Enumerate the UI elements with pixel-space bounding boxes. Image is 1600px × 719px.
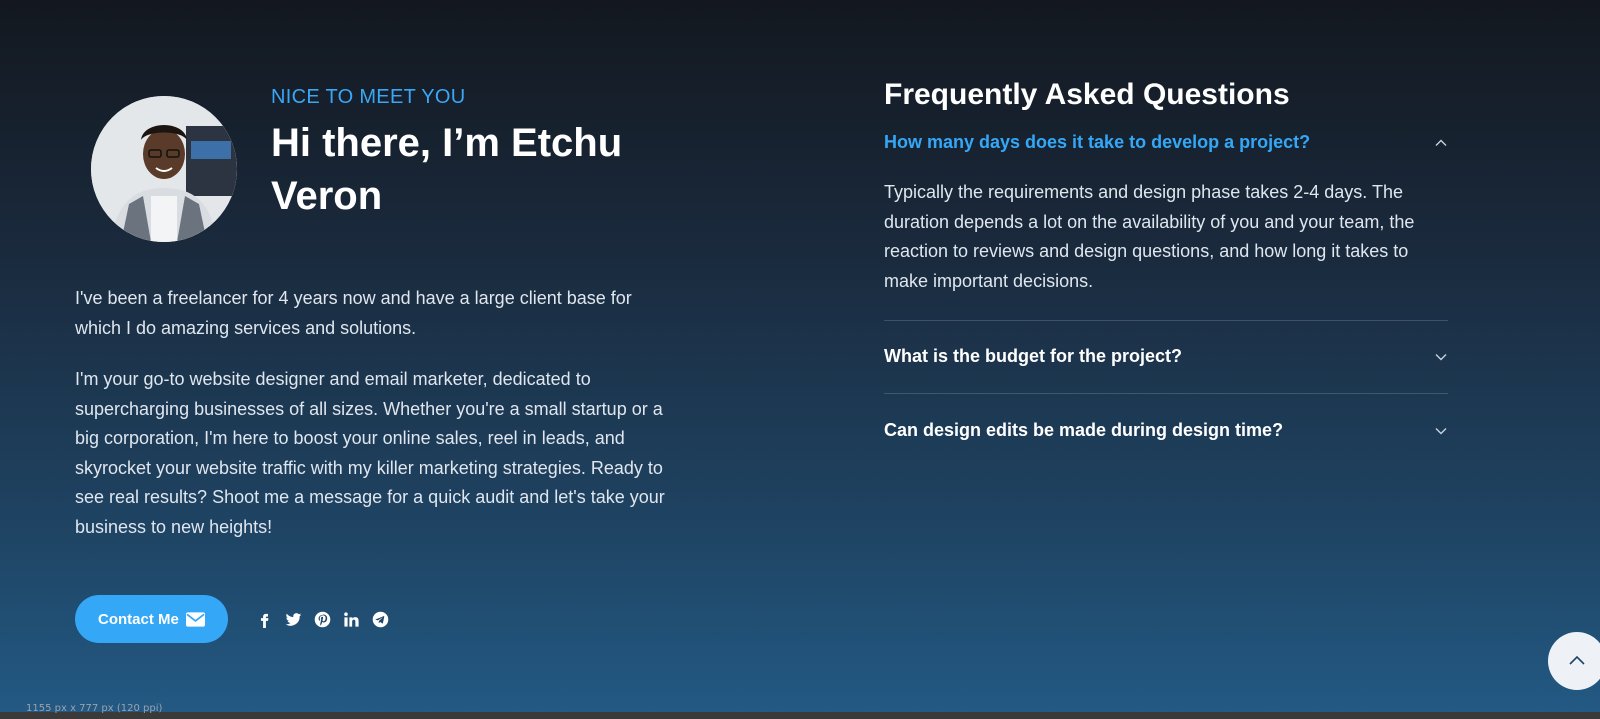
faq-question-toggle[interactable]: How many days does it take to develop a … [884, 132, 1448, 153]
contact-me-button[interactable]: Contact Me [75, 595, 228, 643]
faq-question-toggle[interactable]: Can design edits be made during design t… [884, 420, 1448, 441]
intro-block: NICE TO MEET YOU Hi there, I’m Etchu Ver… [271, 86, 671, 223]
facebook-icon[interactable] [256, 611, 273, 628]
status-bar [0, 712, 1600, 719]
profile-avatar [91, 96, 237, 242]
status-bar-text: 1155 px x 777 px (120 ppi) [26, 703, 163, 714]
intro-heading: Hi there, I’m Etchu Veron [271, 121, 623, 218]
chevron-down-icon [1435, 353, 1447, 360]
chevron-up-icon [1435, 139, 1447, 146]
faq-item: How many days does it take to develop a … [884, 114, 1448, 321]
faq-question: What is the budget for the project? [884, 346, 1182, 366]
faq-item: What is the budget for the project? [884, 321, 1448, 394]
profile-photo [91, 96, 237, 242]
pinterest-icon[interactable] [314, 611, 331, 628]
faq-item: Can design edits be made during design t… [884, 394, 1448, 441]
envelope-icon [185, 611, 205, 627]
scroll-to-top-button[interactable] [1548, 632, 1600, 690]
social-links [256, 611, 389, 628]
twitter-icon[interactable] [285, 611, 302, 628]
faq-question: Can design edits be made during design t… [884, 420, 1284, 440]
chevron-up-icon [1569, 655, 1585, 665]
intro-actions: Contact Me [75, 595, 389, 643]
bio-paragraph: I've been a freelancer for 4 years now a… [75, 288, 632, 338]
linkedin-icon[interactable] [343, 611, 360, 628]
faq-question-toggle[interactable]: What is the budget for the project? [884, 346, 1448, 367]
faq-section: Frequently Asked Questions How many days… [884, 76, 1448, 441]
bio-paragraph: I'm your go-to website designer and emai… [75, 369, 665, 537]
faq-title: Frequently Asked Questions [884, 78, 1290, 111]
contact-me-label: Contact Me [98, 610, 179, 628]
faq-answer: Typically the requirements and design ph… [884, 182, 1415, 291]
intro-eyebrow: NICE TO MEET YOU [271, 86, 466, 108]
faq-question: How many days does it take to develop a … [884, 132, 1311, 152]
telegram-icon[interactable] [372, 611, 389, 628]
bio-text: I've been a freelancer for 4 years now a… [75, 284, 665, 564]
chevron-down-icon [1435, 427, 1447, 434]
